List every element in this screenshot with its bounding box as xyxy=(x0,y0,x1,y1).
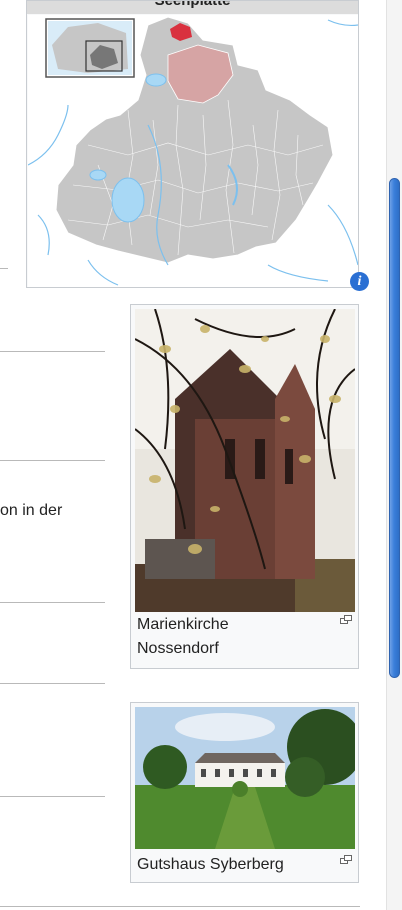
marienkirche-photo[interactable] xyxy=(135,309,355,612)
caption-line: Marienkirche xyxy=(137,616,229,633)
section-divider xyxy=(0,268,8,269)
caption-line: Nossendorf xyxy=(137,640,219,657)
manor-image xyxy=(135,707,355,849)
map-title: Seenplatte xyxy=(27,1,358,9)
thumbnail-caption: Marienkirche Nossendorf xyxy=(137,613,229,661)
church-image xyxy=(135,309,355,612)
thumbnail-gutshaus-syberberg: Gutshaus Syberberg xyxy=(130,702,359,883)
locator-map-box: Seenplatte xyxy=(26,0,369,291)
section-divider xyxy=(0,683,105,684)
section-divider xyxy=(0,602,105,603)
scrollbar-thumb[interactable] xyxy=(389,178,400,678)
article-text-fragment: on in der xyxy=(0,502,63,519)
section-divider xyxy=(0,906,360,907)
enlarge-icon[interactable] xyxy=(340,615,352,624)
section-divider xyxy=(0,460,105,461)
info-icon[interactable]: i xyxy=(350,272,369,291)
thumbnail-caption: Gutshaus Syberberg xyxy=(137,856,284,873)
locator-map[interactable] xyxy=(28,15,358,287)
thumbnail-marienkirche: Marienkirche Nossendorf xyxy=(130,304,359,669)
overview-inset xyxy=(45,18,135,78)
gutshaus-photo[interactable] xyxy=(135,707,355,849)
enlarge-icon[interactable] xyxy=(340,855,352,864)
district-map-graphic xyxy=(28,16,358,286)
map-header: Seenplatte xyxy=(27,1,358,14)
section-divider xyxy=(0,796,105,797)
section-divider xyxy=(0,351,105,352)
